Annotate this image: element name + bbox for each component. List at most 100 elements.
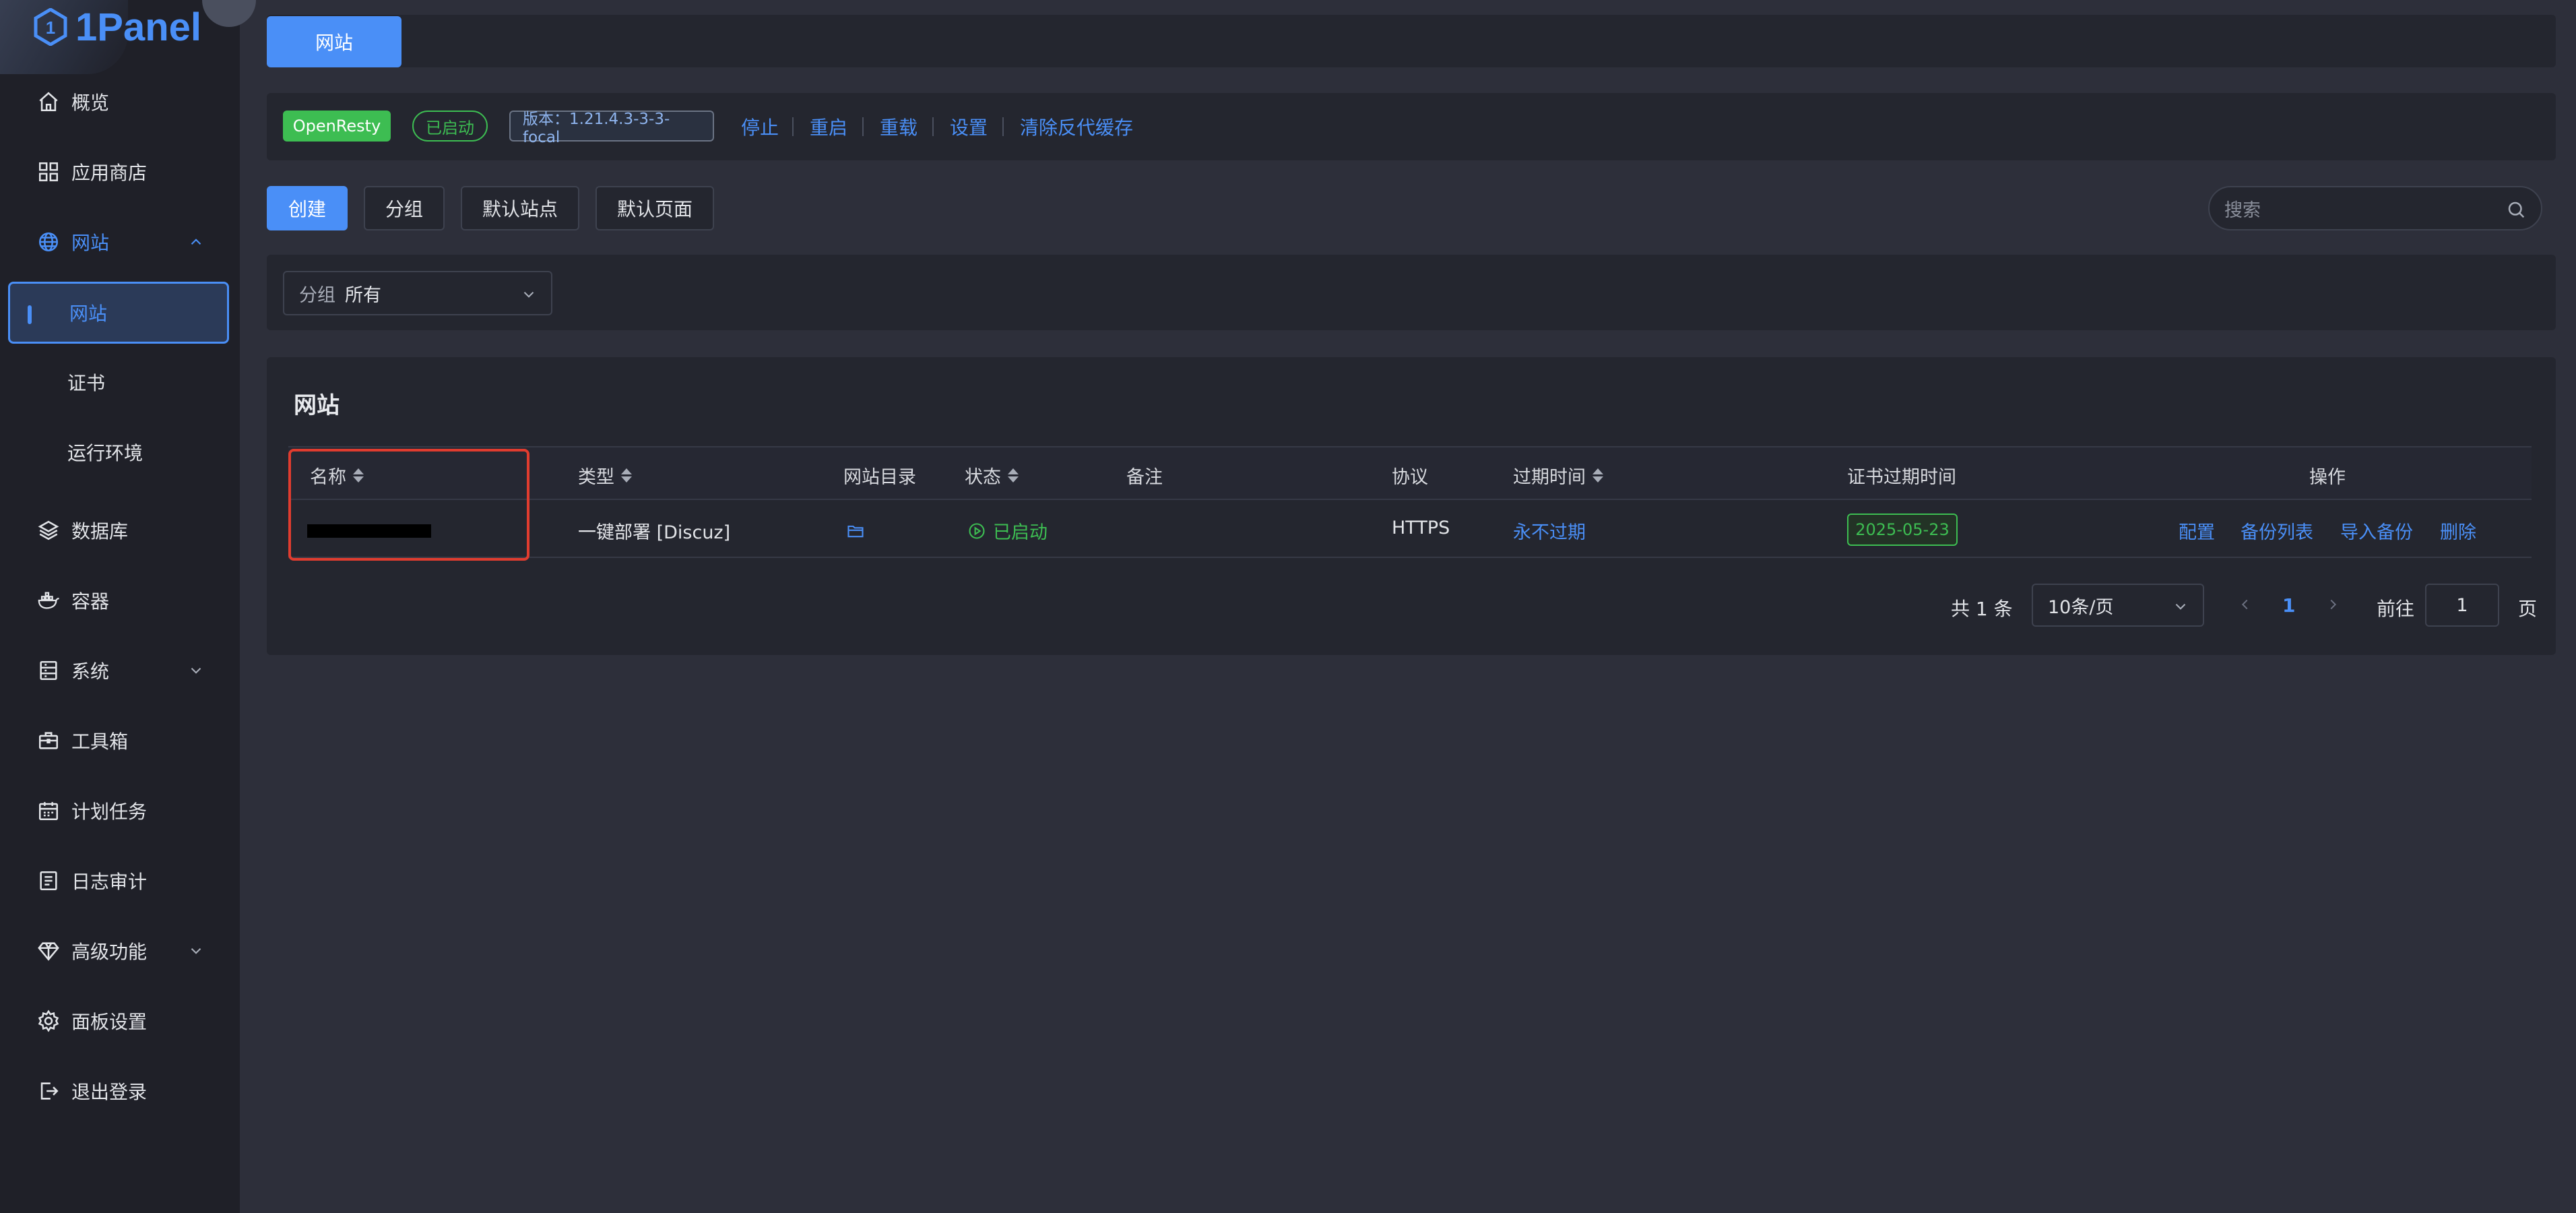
clear-proxy-cache-button[interactable]: 清除反代缓存 — [1020, 113, 1133, 140]
divider — [1002, 117, 1004, 136]
sidebar-item-label: 概览 — [71, 92, 110, 114]
column-header-cert-expire: 证书过期时间 — [1847, 462, 1956, 489]
play-circle-icon — [969, 522, 985, 539]
gear-icon — [36, 1009, 61, 1033]
filter-panel — [267, 255, 2556, 330]
folder-icon[interactable] — [846, 522, 865, 540]
server-icon — [36, 658, 61, 683]
reload-button[interactable]: 重载 — [880, 113, 917, 140]
column-header-label: 证书过期时间 — [1847, 467, 1956, 488]
site-type: 一键部署 [Discuz] — [578, 522, 731, 543]
column-header-label: 状态 — [965, 467, 1001, 488]
import-backup-button[interactable]: 导入备份 — [2340, 518, 2413, 544]
sort-icon[interactable] — [1008, 468, 1019, 483]
site-protocol: HTTPS — [1392, 518, 1450, 538]
chevron-right-icon[interactable] — [2325, 597, 2340, 612]
column-header-label: 操作 — [2309, 467, 2346, 488]
status-badge: 已启动 — [412, 111, 488, 142]
hexagon-logo-icon: 1 — [34, 8, 67, 46]
sort-icon[interactable] — [1592, 468, 1603, 483]
svg-text:1: 1 — [46, 18, 55, 38]
group-button[interactable]: 分组 — [364, 186, 445, 230]
sidebar-item-cron[interactable]: 计划任务 — [0, 780, 240, 841]
chevron-down-icon — [191, 947, 201, 954]
chevron-down-icon — [191, 667, 201, 674]
page-size-select[interactable]: 10条/页 — [2032, 584, 2204, 627]
chevron-left-icon[interactable] — [2238, 597, 2253, 612]
goto-label: 前往 — [2377, 598, 2415, 620]
sidebar-item-log-audit[interactable]: 日志审计 — [0, 850, 240, 911]
log-icon — [36, 869, 61, 893]
column-header-actions: 操作 — [2309, 462, 2346, 489]
column-header-label: 网站目录 — [843, 467, 916, 488]
layers-icon — [36, 518, 61, 542]
home-icon — [36, 90, 61, 114]
column-header-label: 备注 — [1126, 467, 1163, 488]
site-status[interactable]: 已启动 — [967, 518, 1048, 544]
sidebar-item-label: 应用商店 — [71, 162, 148, 184]
restart-button[interactable]: 重启 — [810, 113, 847, 140]
stop-button[interactable]: 停止 — [741, 113, 779, 140]
sidebar-item-appstore[interactable]: 应用商店 — [0, 142, 240, 202]
sidebar-item-system[interactable]: 系统 — [0, 640, 240, 701]
sidebar-subitem-certificate[interactable]: 证书 — [0, 352, 240, 412]
backup-list-button[interactable]: 备份列表 — [2241, 518, 2313, 544]
sidebar-item-toolbox[interactable]: 工具箱 — [0, 710, 240, 771]
chevron-down-icon — [2175, 603, 2186, 610]
goto-page-input[interactable]: 1 — [2425, 584, 2499, 627]
column-header-label: 类型 — [578, 467, 614, 488]
search-icon[interactable] — [2506, 199, 2526, 220]
create-button[interactable]: 创建 — [267, 186, 348, 230]
column-header-label: 过期时间 — [1513, 467, 1586, 488]
sidebar-item-label: 数据库 — [71, 520, 129, 542]
page-number-current[interactable]: 1 — [2282, 594, 2295, 617]
sidebar-item-label: 退出登录 — [71, 1081, 148, 1103]
column-header-type[interactable]: 类型 — [578, 462, 632, 489]
filter-value: 所有 — [345, 284, 381, 306]
cert-expire-badge: 2025-05-23 — [1847, 514, 1958, 546]
sidebar-item-advanced[interactable]: 高级功能 — [0, 921, 240, 981]
column-header-status[interactable]: 状态 — [965, 462, 1019, 489]
column-header-expire[interactable]: 过期时间 — [1513, 462, 1603, 489]
logout-icon — [36, 1079, 61, 1103]
sidebar-subitem-label: 运行环境 — [67, 442, 143, 464]
delete-button[interactable]: 删除 — [2440, 518, 2476, 544]
sort-icon[interactable] — [621, 468, 632, 483]
search-input[interactable]: 搜索 — [2208, 186, 2542, 230]
config-button[interactable]: 配置 — [2179, 518, 2215, 544]
globe-icon — [36, 230, 61, 254]
settings-button[interactable]: 设置 — [950, 113, 988, 140]
sidebar: 1 1Panel 概览 应用商店 网站 网站 证书 运行环境 数据库 容器 系统 — [0, 0, 256, 1213]
column-header-protocol: 协议 — [1392, 462, 1428, 489]
sidebar-item-label: 网站 — [71, 232, 110, 254]
column-header-remark: 备注 — [1126, 462, 1163, 489]
app-logo[interactable]: 1 1Panel — [34, 3, 201, 51]
sidebar-item-label: 高级功能 — [71, 941, 148, 963]
sidebar-item-label: 工具箱 — [71, 730, 129, 753]
active-indicator — [28, 305, 32, 324]
column-header-site-dir: 网站目录 — [843, 462, 916, 489]
avatar-decoration — [202, 0, 256, 27]
sidebar-item-website-group[interactable]: 网站 — [0, 212, 240, 272]
group-filter-select[interactable]: 分组 所有 — [283, 271, 552, 315]
sidebar-item-container[interactable]: 容器 — [0, 570, 240, 631]
version-badge: 版本：1.21.4.3-3-3-focal — [509, 111, 714, 146]
sidebar-item-label: 面板设置 — [71, 1011, 148, 1033]
divider — [932, 117, 934, 136]
sidebar-subitem-label: 网站 — [69, 303, 108, 325]
default-page-button[interactable]: 默认页面 — [595, 186, 714, 230]
sidebar-subitem-runtime[interactable]: 运行环境 — [0, 422, 240, 483]
grid-icon — [36, 160, 61, 184]
column-header-label: 协议 — [1392, 467, 1428, 488]
default-site-button[interactable]: 默认站点 — [461, 186, 579, 230]
sidebar-item-overview[interactable]: 概览 — [0, 71, 240, 132]
calendar-icon — [36, 799, 61, 823]
divider — [792, 117, 794, 136]
sidebar-subitem-website[interactable]: 网站 — [8, 282, 229, 344]
sidebar-item-logout[interactable]: 退出登录 — [0, 1061, 240, 1121]
site-expire-link[interactable]: 永不过期 — [1513, 518, 1586, 544]
sidebar-item-settings[interactable]: 面板设置 — [0, 991, 240, 1051]
search-placeholder: 搜索 — [2224, 199, 2261, 221]
sidebar-item-database[interactable]: 数据库 — [0, 500, 240, 561]
tab-website[interactable]: 网站 — [267, 16, 401, 67]
